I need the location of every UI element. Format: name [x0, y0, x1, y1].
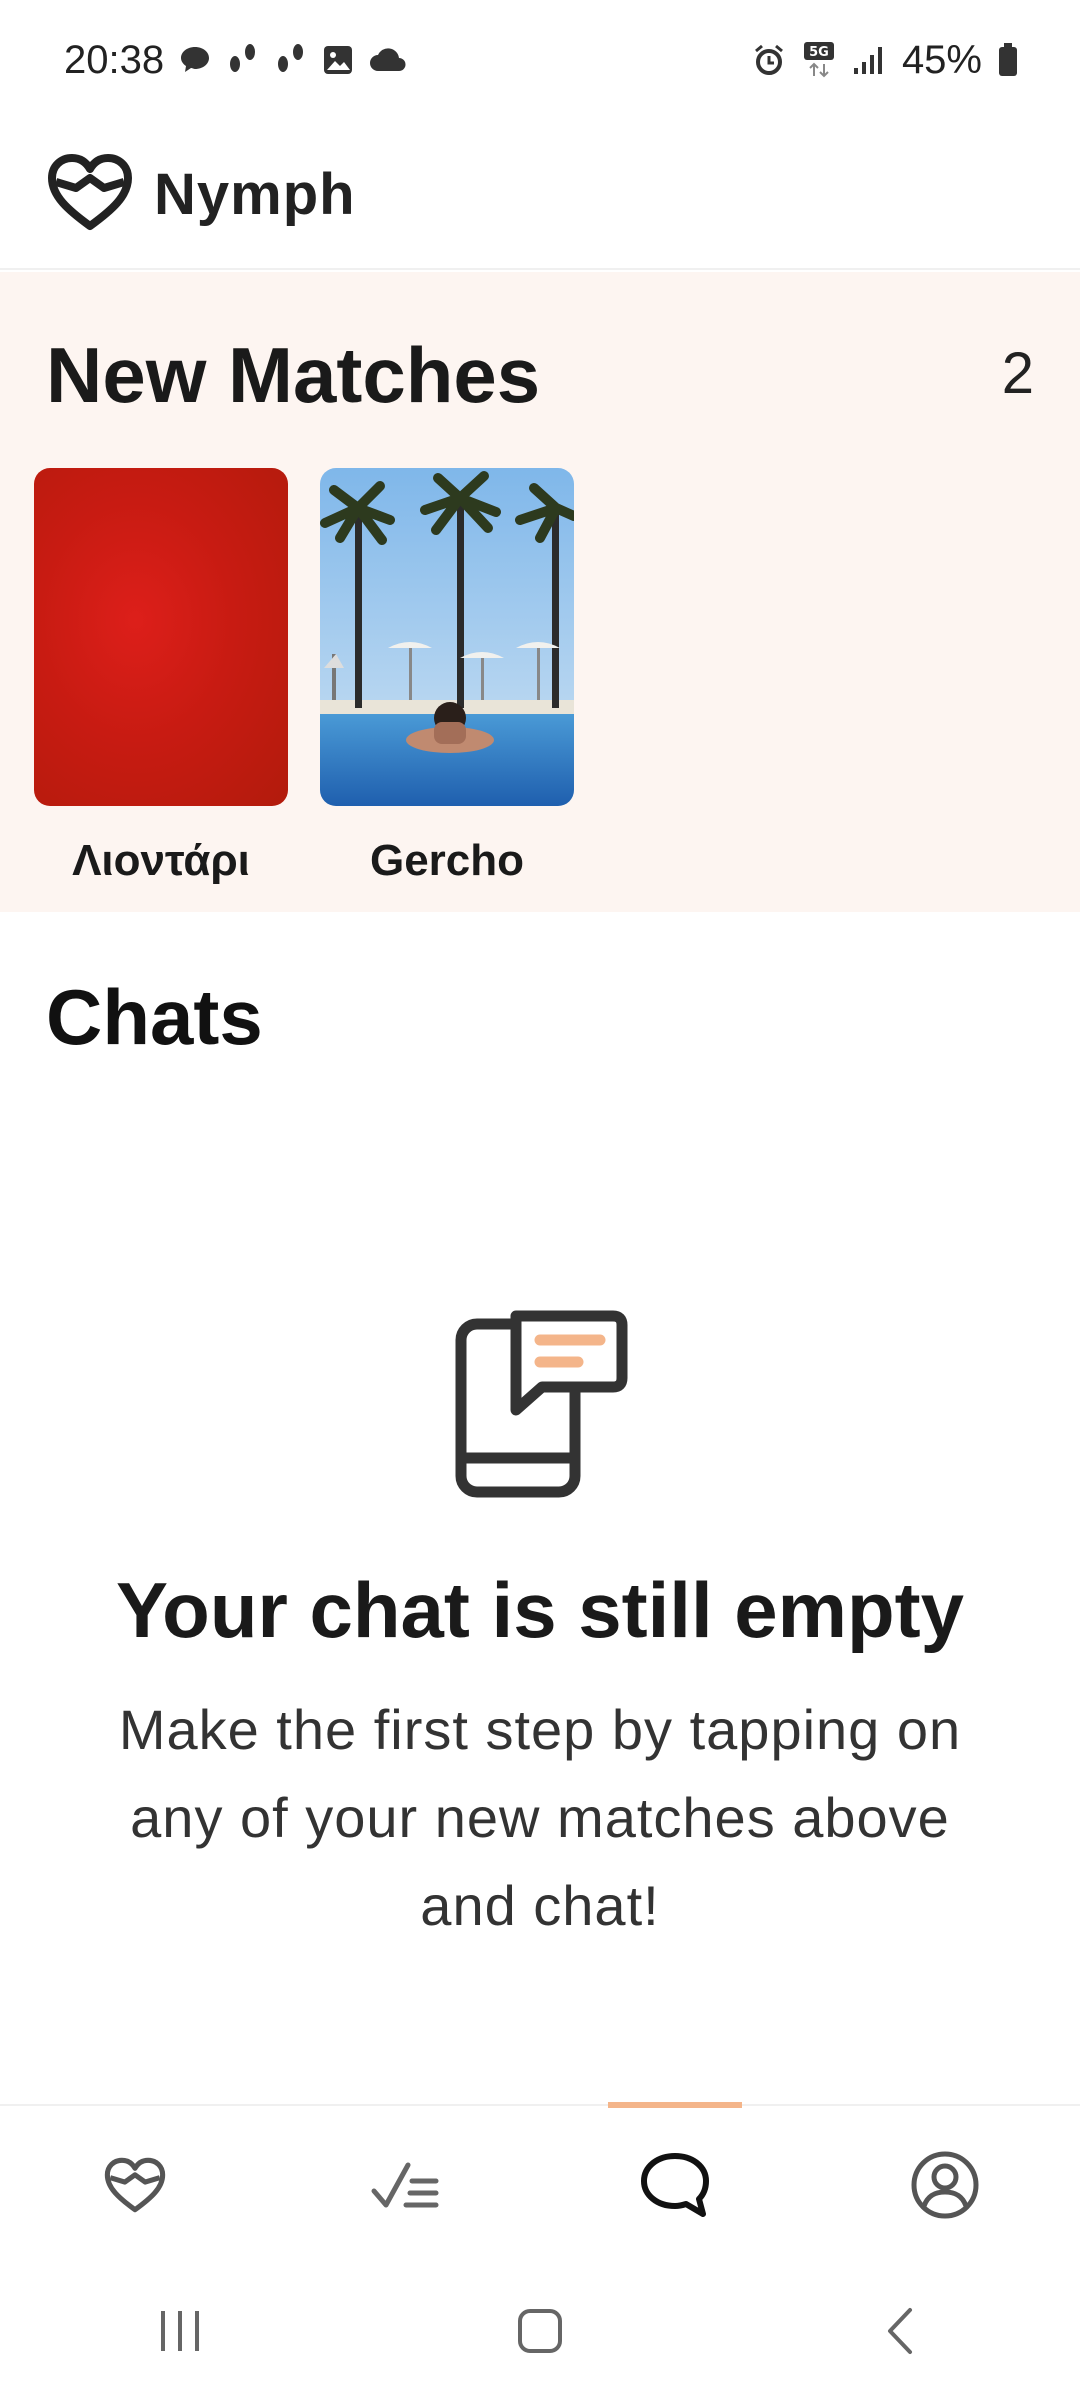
chats-title: Chats [46, 973, 263, 1061]
chat-bubble-icon [178, 44, 212, 76]
match-name: Gercho [369, 836, 525, 885]
status-time: 20:38 [64, 37, 165, 82]
heart-logo-icon [46, 152, 134, 237]
chats-empty-state: Your chat is still empty Make the first … [0, 1310, 1080, 1950]
battery-icon [998, 43, 1018, 77]
profile-icon[interactable] [910, 2150, 980, 2225]
image-icon [322, 44, 354, 76]
match-photo[interactable] [320, 468, 574, 806]
nav-chats[interactable] [540, 2102, 810, 2268]
new-matches-section: New Matches 2 Λιοντάρι Gercho [0, 272, 1080, 912]
match-card-gercho[interactable]: Gercho [320, 468, 574, 886]
steps-icon [274, 42, 308, 78]
cloud-icon [368, 47, 406, 73]
svg-text:5G: 5G [809, 45, 829, 60]
back-button[interactable] [840, 2306, 960, 2361]
nav-likes[interactable] [270, 2106, 540, 2268]
nav-discover[interactable] [0, 2106, 270, 2268]
home-button[interactable] [480, 2307, 600, 2360]
app-title: Nymph [154, 161, 356, 227]
nav-active-indicator [608, 2102, 742, 2108]
new-matches-title: New Matches [46, 331, 541, 419]
recents-button[interactable] [120, 2309, 240, 2358]
chat-icon[interactable] [639, 2151, 711, 2224]
match-photo[interactable] [34, 468, 288, 806]
empty-state-title: Your chat is still empty [115, 1566, 965, 1654]
heart-icon[interactable] [103, 2155, 167, 2220]
match-card-lion[interactable]: Λιοντάρι [34, 468, 288, 886]
bottom-nav [0, 2102, 1080, 2268]
checklist-icon[interactable] [370, 2157, 440, 2218]
home-icon[interactable] [516, 2307, 564, 2360]
app-header: Nymph [0, 120, 1080, 270]
phone-chat-icon [0, 1310, 1080, 1505]
empty-state-body: Make the first step by tapping on any of… [118, 1698, 962, 1937]
system-nav-bar [0, 2266, 1080, 2400]
new-matches-count: 2 [1001, 341, 1034, 406]
5g-icon: 5G [802, 40, 836, 80]
status-left: 20:38 [64, 38, 406, 83]
recents-icon[interactable] [157, 2309, 203, 2358]
back-icon[interactable] [882, 2306, 918, 2361]
steps-icon [226, 42, 260, 78]
status-right: 5G 45% [752, 38, 1018, 83]
alarm-icon [752, 43, 786, 77]
signal-icon [852, 44, 886, 76]
nav-profile[interactable] [810, 2106, 1080, 2268]
match-name: Λιοντάρι [72, 836, 250, 885]
battery-percent: 45% [901, 37, 982, 82]
status-bar: 20:38 5G 45% [0, 0, 1080, 120]
